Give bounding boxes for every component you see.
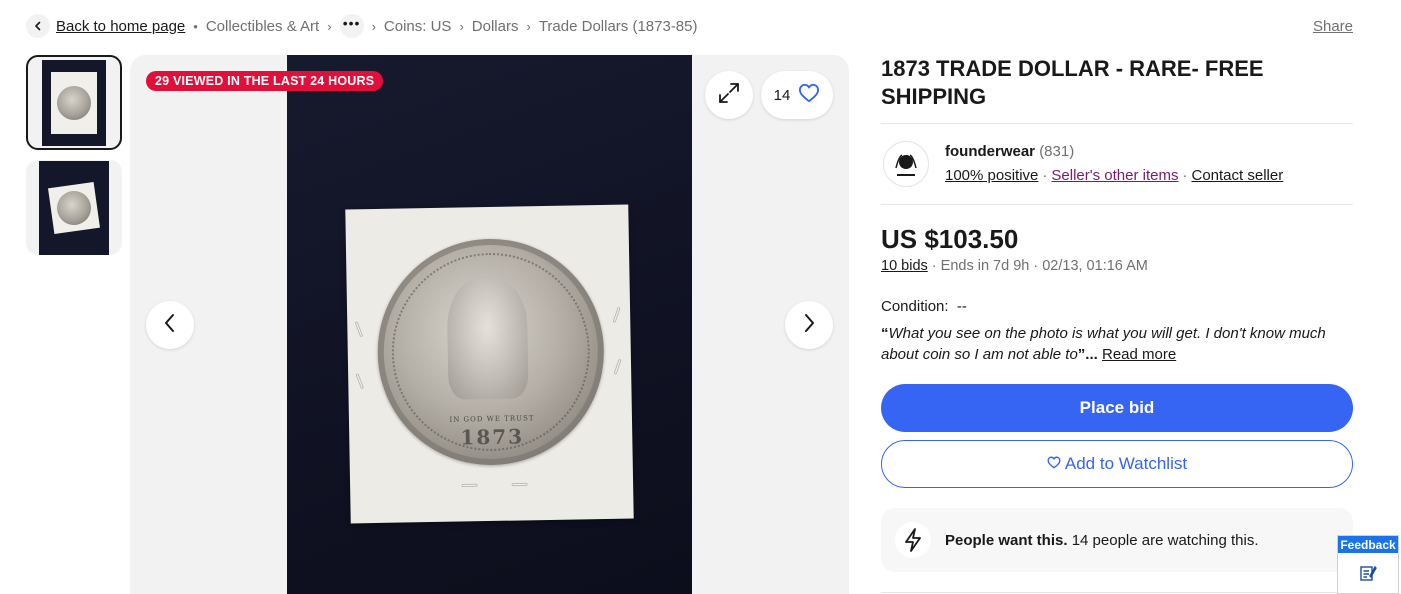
thumbnail-image [42, 59, 106, 146]
watch-heart-button[interactable]: 14 [761, 71, 833, 119]
chevron-right-icon: › [327, 18, 332, 34]
condition-row: Condition: -- [881, 298, 967, 315]
lightning-icon [895, 522, 931, 558]
seller-feedback-count: (831) [1039, 143, 1075, 160]
seller-avatar[interactable] [883, 141, 929, 187]
previous-image-button[interactable] [146, 301, 194, 349]
contact-seller-link[interactable]: Contact seller [1191, 167, 1283, 184]
breadcrumb-dollars[interactable]: Dollars [472, 18, 519, 35]
thumbnail-2[interactable] [26, 160, 122, 255]
thumbnail-1[interactable] [26, 55, 122, 150]
divider [881, 592, 1353, 593]
condition-label: Condition: [881, 298, 949, 315]
breadcrumb: Back to home page • Collectibles & Art ›… [26, 14, 698, 38]
thumbnail-image [39, 160, 109, 255]
bids-link[interactable]: 10 bids [881, 258, 928, 274]
breadcrumb-coins-us[interactable]: Coins: US [384, 18, 452, 35]
heart-icon [1047, 454, 1061, 474]
add-to-watchlist-button[interactable]: Add to Watchlist [881, 440, 1353, 488]
add-to-watchlist-label: Add to Watchlist [1064, 454, 1188, 473]
expand-button[interactable] [705, 71, 753, 119]
main-product-image[interactable]: IN GOD WE TRUST 1873 [287, 55, 692, 594]
seller-notes: “What you see on the photo is what you w… [881, 325, 1326, 363]
demand-signal: People want this. 14 people are watching… [881, 508, 1353, 572]
heart-icon [798, 83, 820, 107]
expand-icon [717, 81, 741, 110]
condition-value: -- [956, 298, 967, 315]
breadcrumb-trade-dollars[interactable]: Trade Dollars (1873-85) [539, 18, 698, 35]
divider [881, 123, 1353, 124]
demand-signal-text: People want this. 14 people are watching… [945, 531, 1259, 549]
chevron-right-icon [802, 313, 816, 338]
read-more-link[interactable]: Read more [1102, 346, 1176, 363]
auction-end-time: · Ends in 7d 9h · 02/13, 01:16 AM [931, 258, 1148, 274]
seller-other-items-link[interactable]: Seller's other items [1051, 167, 1178, 184]
seller-links: 100% positive · Seller's other items · Conta… [945, 167, 1284, 184]
feedback-widget[interactable]: Feedback [1337, 535, 1399, 594]
chevron-right-icon: › [459, 18, 464, 34]
next-image-button[interactable] [785, 301, 833, 349]
breadcrumb-collectibles-art[interactable]: Collectibles & Art [206, 18, 319, 35]
back-to-home-link[interactable]: Back to home page [56, 18, 185, 35]
divider [881, 204, 1353, 205]
feedback-edit-icon [1338, 553, 1398, 593]
seller-name-row: founderwear (831) [945, 143, 1074, 160]
back-chevron-icon[interactable] [26, 14, 50, 38]
watch-count: 14 [773, 86, 791, 104]
coin-holder: IN GOD WE TRUST 1873 [345, 204, 634, 524]
coin-image: IN GOD WE TRUST 1873 [375, 237, 606, 467]
chevron-right-icon: › [526, 18, 531, 34]
chevron-right-icon: › [371, 18, 376, 34]
viewed-badge: 29 VIEWED IN THE LAST 24 HOURS [146, 71, 384, 91]
bids-row: 10 bids · Ends in 7d 9h · 02/13, 01:16 A… [881, 258, 1148, 274]
seller-name[interactable]: founderwear [945, 143, 1035, 160]
seller-logo-icon [895, 154, 917, 176]
coin-year: 1873 [460, 424, 525, 450]
listing-title: 1873 TRADE DOLLAR - RARE- FREE SHIPPING [881, 56, 1264, 109]
breadcrumb-separator: • [193, 18, 198, 34]
place-bid-button[interactable]: Place bid [881, 384, 1353, 432]
price: US $103.50 [881, 224, 1019, 254]
chevron-left-icon [163, 313, 177, 338]
positive-feedback-link[interactable]: 100% positive [945, 167, 1038, 184]
breadcrumb-more-button[interactable]: ••• [339, 14, 364, 38]
share-link[interactable]: Share [1313, 18, 1353, 35]
image-gallery: IN GOD WE TRUST 1873 29 VIEWED IN THE LA… [130, 55, 849, 594]
feedback-label: Feedback [1338, 536, 1398, 553]
